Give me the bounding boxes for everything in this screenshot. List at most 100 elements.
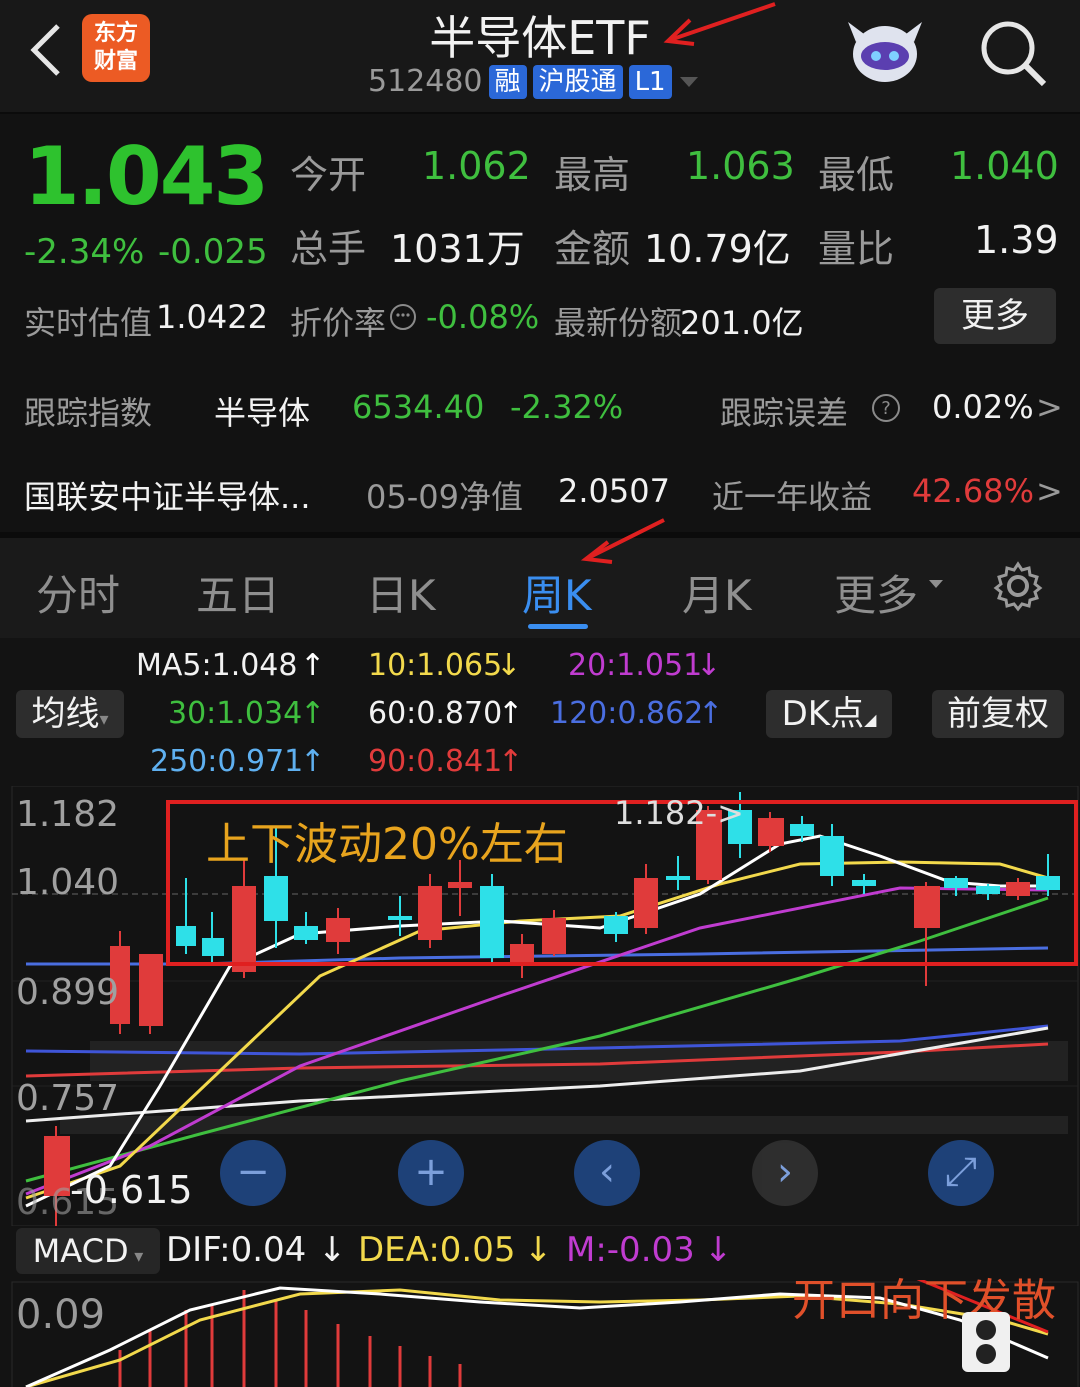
pan-right-button[interactable]: › (752, 1140, 818, 1206)
ma120-value: 120:0.862 (550, 696, 704, 731)
app-logo: 东方 财富 (82, 14, 150, 82)
info-smile-icon[interactable] (388, 302, 418, 332)
connect-tag: 沪股通 (532, 64, 623, 99)
arrow-down-icon: ↓ (496, 648, 522, 683)
tab-five-day[interactable]: 五日 (196, 562, 280, 623)
tab-intraday[interactable]: 分时 (36, 562, 120, 623)
pan-left-button[interactable]: ‹ (574, 1140, 640, 1206)
arrow-down-icon: ↓ (524, 1230, 553, 1270)
y-axis-label-1040: 1.040 (16, 862, 120, 903)
change-percent: -2.34% (24, 232, 145, 272)
ma20-value: 20:1.051 (568, 648, 703, 683)
robot-assistant-icon[interactable] (842, 12, 928, 92)
arrow-down-icon: ↓ (704, 1230, 733, 1270)
ma-toggle-button[interactable]: 均线▾ (16, 690, 124, 738)
arrow-down-icon: ↓ (318, 1230, 347, 1270)
dk-point-button[interactable]: DK点◢ (766, 690, 892, 738)
nav-label: 05-09净值 (366, 478, 523, 516)
amount-value: 10.79亿 (644, 227, 791, 271)
ma250-value: 250:0.971 (150, 744, 304, 779)
tracking-error-label: 跟踪误差 (720, 394, 849, 432)
gear-icon[interactable] (992, 560, 1044, 612)
year-return-value: 42.68% (912, 472, 1035, 510)
ratio-value: 1.39 (974, 218, 1059, 262)
arrow-up-icon: ↑ (300, 744, 326, 779)
volume-value: 1031万 (390, 227, 525, 271)
security-code-row: 512480 融 沪股通 L1 (368, 64, 700, 99)
fullscreen-button[interactable]: ⤢ (928, 1140, 994, 1206)
iopv-label: 实时估值 (24, 304, 153, 342)
open-value: 1.062 (422, 144, 531, 188)
level-tag[interactable]: L1 (628, 64, 672, 99)
high-marker-label: 1.182-> (614, 794, 744, 832)
arrow-up-icon: ↑ (498, 744, 524, 779)
ratio-label: 量比 (818, 227, 895, 271)
help-icon[interactable]: ? (870, 392, 902, 424)
ma60-value: 60:0.870 (368, 696, 503, 731)
shares-label: 最新份额 (554, 304, 683, 342)
high-label: 最高 (554, 153, 631, 197)
amount-label: 金额 (554, 227, 631, 271)
arrow-up-icon: ↑ (698, 696, 724, 731)
open-label: 今开 (290, 153, 367, 197)
tab-daily-k[interactable]: 日K (366, 562, 436, 623)
high-value: 1.063 (686, 144, 795, 188)
macd-dif: DIF:0.04 (166, 1230, 307, 1270)
tracking-error-value: 0.02% (932, 388, 1034, 426)
y-axis-label-0899: 0.899 (16, 972, 120, 1013)
arrow-up-icon: ↑ (498, 696, 524, 731)
macd-axis-label: 0.09 (16, 1292, 106, 1338)
zoom-in-button[interactable]: + (398, 1140, 464, 1206)
more-button[interactable]: 更多 (934, 288, 1056, 344)
y-axis-label-1182: 1.182 (16, 794, 120, 835)
macd-indicator-button[interactable]: MACD ▾ (16, 1228, 160, 1274)
fund-name[interactable]: 国联安中证半导体... (24, 472, 311, 518)
arrow-up-icon: ↑ (300, 648, 326, 683)
macd-m: M:-0.03 (566, 1230, 695, 1270)
ma5-value: MA5:1.048 (136, 648, 298, 683)
chevron-right-icon[interactable]: > (1036, 472, 1063, 510)
ma10-value: 10:1.065 (368, 648, 503, 683)
discount-label: 折价率 (290, 304, 387, 342)
active-tab-indicator (528, 624, 588, 629)
dropdown-icon[interactable] (928, 578, 944, 590)
low-value: 1.040 (950, 144, 1059, 188)
ma90-value: 90:0.841 (368, 744, 503, 779)
back-arrow-icon[interactable] (24, 20, 68, 80)
divider (0, 112, 1080, 114)
arrow-up-icon: ↑ (300, 696, 326, 731)
tab-more[interactable]: 更多 (834, 562, 918, 623)
camera-watermark-icon (962, 1312, 1010, 1372)
tracking-index-label: 跟踪指数 (24, 394, 153, 432)
ma30-value: 30:1.034 (168, 696, 303, 731)
red-arrow-annotation (663, 2, 776, 46)
red-arrow-annotation (580, 518, 665, 564)
y-axis-label-0757: 0.757 (16, 1078, 120, 1119)
range-annotation: 上下波动20%左右 (206, 819, 568, 870)
macd-dea: DEA:0.05 (358, 1230, 516, 1270)
svg-text:?: ? (881, 398, 891, 419)
adjust-price-button[interactable]: 前复权 (932, 690, 1064, 738)
search-icon[interactable] (978, 18, 1048, 88)
shares-value: 201.0亿 (680, 304, 804, 342)
tracking-index-name[interactable]: 半导体 (214, 388, 310, 434)
discount-value: -0.08% (426, 298, 540, 336)
change-value: -0.025 (158, 232, 268, 272)
security-code: 512480 (368, 64, 483, 99)
volume-label: 总手 (290, 227, 367, 271)
low-marker-label: -0.615 (70, 1168, 193, 1212)
tab-weekly-k[interactable]: 周K (522, 562, 592, 623)
year-return-label: 近一年收益 (712, 478, 873, 516)
iopv-value: 1.0422 (156, 298, 268, 336)
chevron-right-icon[interactable]: > (1036, 388, 1063, 426)
arrow-down-icon: ↓ (696, 648, 722, 683)
tracking-index-change: -2.32% (510, 388, 624, 426)
last-price: 1.043 (24, 130, 269, 223)
macd-annotation: 开口向下发散 (792, 1275, 1056, 1326)
zoom-out-button[interactable]: − (220, 1140, 286, 1206)
low-label: 最低 (818, 153, 895, 197)
tracking-index-value: 6534.40 (352, 388, 485, 426)
dropdown-icon[interactable] (678, 74, 700, 90)
tab-monthly-k[interactable]: 月K (682, 562, 752, 623)
margin-tag: 融 (488, 64, 527, 99)
